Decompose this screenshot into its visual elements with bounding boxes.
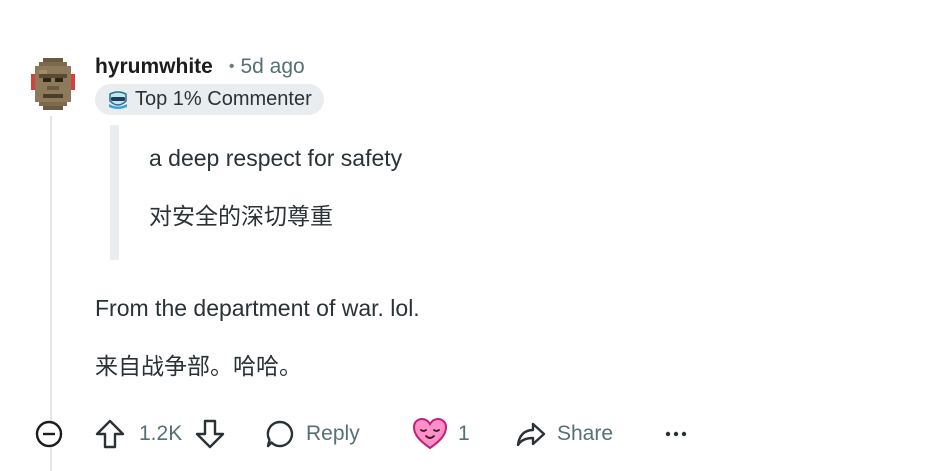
- user-flair: Top 1% Commenter: [95, 84, 324, 115]
- comment-body-line-1: From the department of war. lol.: [95, 295, 420, 321]
- minus-circle-icon: [35, 420, 63, 448]
- collapse-button[interactable]: [34, 412, 64, 456]
- user-avatar[interactable]: [31, 57, 75, 111]
- share-button[interactable]: Share: [515, 412, 613, 456]
- upvote-arrow-icon: [95, 419, 125, 449]
- share-label: Share: [557, 422, 614, 445]
- vote-count: 1.2K: [139, 422, 183, 445]
- upvote-button[interactable]: [94, 412, 126, 456]
- flair-label: Top 1% Commenter: [135, 88, 312, 110]
- downvote-button[interactable]: [194, 412, 226, 456]
- award-count: 1: [458, 422, 470, 445]
- quote-line-2: 对安全的深切尊重: [149, 203, 333, 229]
- more-options-button[interactable]: [664, 412, 688, 456]
- quote-line-1: a deep respect for safety: [149, 145, 403, 171]
- reply-button[interactable]: Reply: [264, 412, 360, 456]
- heart-face-award-icon: [412, 417, 448, 450]
- comment-body-line-2: 来自战争部。哈哈。: [95, 353, 302, 379]
- separator-dot: •: [228, 58, 235, 75]
- ellipsis-icon: [665, 431, 687, 437]
- speech-bubble-icon: [266, 420, 294, 448]
- username-link[interactable]: hyrumwhite: [95, 55, 213, 79]
- timestamp[interactable]: 5d ago: [240, 55, 304, 79]
- share-arrow-icon: [516, 422, 546, 447]
- award-button[interactable]: 1: [412, 412, 470, 456]
- reply-label: Reply: [306, 422, 360, 445]
- downvote-arrow-icon: [195, 419, 225, 449]
- commenter-badge-icon: [109, 90, 127, 109]
- blockquote-bar: [110, 125, 119, 260]
- comment-header: hyrumwhite • 5d ago: [95, 52, 305, 82]
